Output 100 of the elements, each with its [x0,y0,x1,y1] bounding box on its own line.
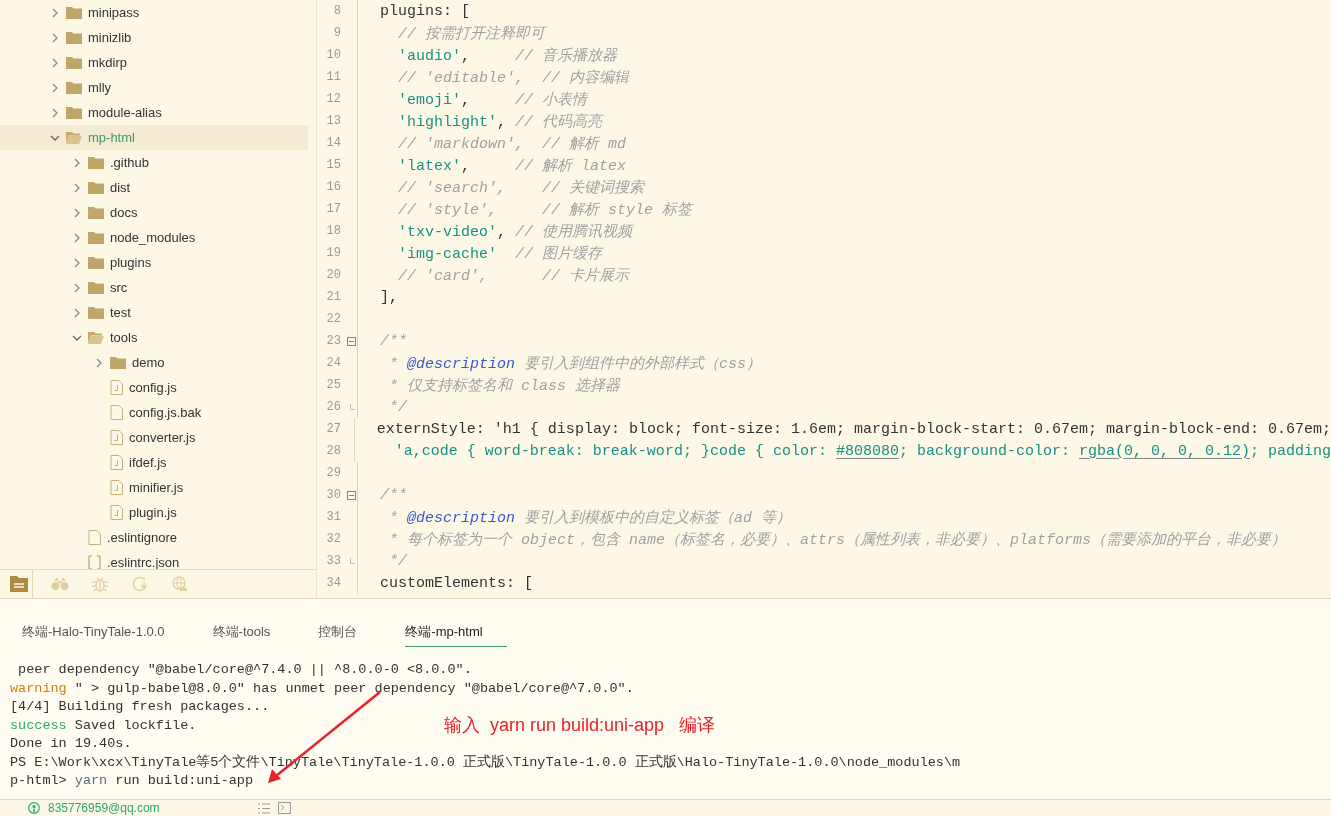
code-line: // 'editable', // 内容编辑 [397,68,630,87]
code-line: ], [380,288,398,306]
line-number: 29 [325,466,341,480]
open-folder-icon [88,331,104,344]
chevron-down-icon[interactable] [50,134,60,141]
tree-item-label: minipass [88,5,140,20]
line-number: 28 [325,444,341,458]
tree-item-label: plugin.js [129,505,177,520]
file-icon [110,405,123,420]
tree-item[interactable]: demo [0,350,316,375]
tree-item[interactable]: .eslintrc.json [0,550,316,569]
tree-item[interactable]: config.js.bak [0,400,316,425]
tree-item[interactable]: module-alias [0,100,316,125]
folder-icon [88,256,104,269]
code-line: // 'card', // 卡片展示 [397,266,630,285]
chevron-right-icon[interactable] [74,182,80,193]
tree-item[interactable]: mkdirp [0,50,316,75]
chevron-right-icon[interactable] [74,232,80,243]
tree-item[interactable]: plugins [0,250,316,275]
terminal-line: p-html> yarn run build:uni-app [10,772,254,790]
line-number: 24 [325,356,341,370]
code-line: * 每个标签为一个 object，包含 name（标签名，必要）、attrs（属性列表，非必要）、platforms（需要添加的平台，非必要） [388,530,1287,549]
collapse-icon[interactable] [347,490,356,500]
tree-item[interactable]: config.js [0,375,316,400]
js-file-icon [110,480,123,495]
collapse-icon[interactable] [347,336,356,346]
code-line: * @description 要引入到组件中的外部样式（css） [388,354,762,373]
tree-item[interactable]: dist [0,175,316,200]
line-number: 19 [325,246,341,260]
chevron-right-icon[interactable] [74,157,80,168]
terminal-icon[interactable] [277,802,291,814]
chevron-right-icon[interactable] [52,57,58,68]
chevron-right-icon[interactable] [52,82,58,93]
code-line: */ [388,398,407,416]
line-number: 15 [325,158,341,172]
code-line: plugins: [ [380,2,470,20]
folder-icon [88,156,104,169]
chevron-right-icon[interactable] [74,257,80,268]
list-icon[interactable] [257,802,270,814]
tree-item[interactable]: ifdef.js [0,450,316,475]
line-number: 21 [325,290,341,304]
chevron-right-icon[interactable] [74,307,80,318]
chevron-right-icon[interactable] [96,357,102,368]
fold-end-icon [350,404,355,410]
tree-item[interactable]: .eslintignore [0,525,316,550]
tree-item-label: mlly [88,80,112,95]
code-line: 'img-cache' // 图片缓存 [397,244,603,263]
tree-item[interactable]: minipass [0,0,316,25]
terminal-tab[interactable]: 控制台 [318,617,358,647]
tree-item[interactable]: converter.js [0,425,316,450]
tree-item[interactable]: minifier.js [0,475,316,500]
code-line: // 'markdown', // 解析 md [397,134,627,153]
line-number: 12 [325,92,341,106]
chevron-right-icon[interactable] [52,107,58,118]
tree-item-label: demo [132,355,165,370]
tree-item[interactable]: test [0,300,316,325]
chevron-right-icon[interactable] [52,7,58,18]
tree-item[interactable]: tools [0,325,316,350]
terminal-tab[interactable]: 终端-mp-html [405,617,507,647]
code-line: */ [388,552,407,570]
terminal-line: peer dependency "@babel/core@^7.4.0 || ^8.0.0-0 <8.0.0". [17,661,472,679]
terminal-tab[interactable]: 终端-tools [212,617,271,647]
line-number: 30 [325,488,341,502]
files-icon[interactable] [10,576,28,592]
tree-item[interactable]: node_modules [0,225,316,250]
terminal-line: Done in 19.40s. [10,735,132,753]
code-line: // 按需打开注释即可 [397,24,545,43]
chevron-right-icon[interactable] [74,282,80,293]
chevron-right-icon[interactable] [74,207,80,218]
chevron-right-icon[interactable] [52,32,58,43]
tree-item-label: config.js.bak [129,405,202,420]
tree-item-label: mp-html [88,130,135,145]
line-number: 25 [325,378,341,392]
line-number: 27 [325,422,341,436]
tree-item[interactable]: src [0,275,316,300]
line-number: 13 [325,114,341,128]
chevron-down-icon[interactable] [72,334,82,341]
tree-item-label: mkdirp [88,55,127,70]
tree-item-label: .github [110,155,150,170]
code-line: 'highlight', // 代码高亮 [397,112,603,131]
line-number: 9 [332,26,341,40]
tree-item[interactable]: minizlib [0,25,316,50]
code-line: 'txv-video', // 使用腾讯视频 [397,222,633,241]
tree-item-label: .eslintrc.json [107,555,180,569]
line-number: 11 [325,70,341,84]
tree-item[interactable]: mlly [0,75,316,100]
terminal-tab[interactable]: 终端-Halo-TinyTale-1.0.0 [22,617,165,647]
code-line: /** [380,332,407,350]
line-number: 31 [325,510,341,524]
tree-item[interactable]: .github [0,150,316,175]
line-number: 34 [325,576,341,590]
js-file-icon [110,505,123,520]
code-line: 'a,code { word-break: break-word; }code { color: #808080; background-color: rgba(0, 0, 0, 0.12); padding [393,442,1331,460]
line-number: 26 [325,400,341,414]
tree-item[interactable]: plugin.js [0,500,316,525]
terminal-line: warning " > gulp-babel@8.0.0" has unmet peer dependency "@babel/core@^7.0.0". [10,679,634,698]
code-line: // 'search', // 关键词搜索 [397,178,645,197]
line-number: 22 [325,312,341,326]
tree-item-label: src [110,280,128,295]
tree-item[interactable]: docs [0,200,316,225]
